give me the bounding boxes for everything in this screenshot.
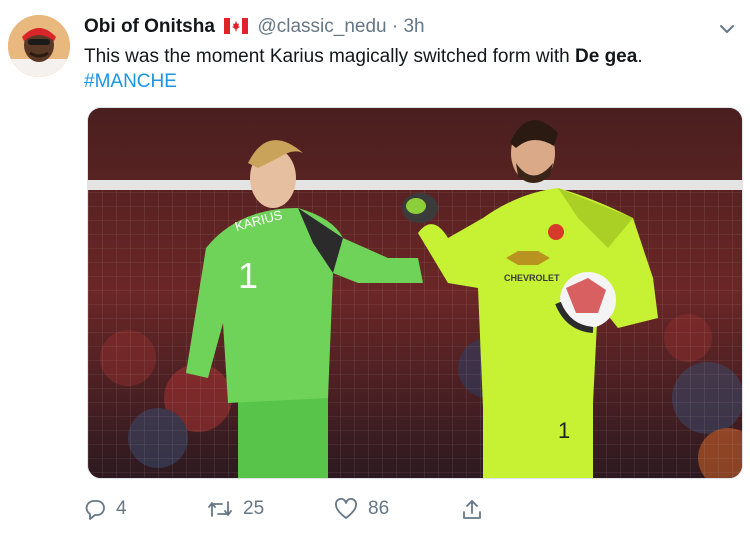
user-handle[interactable]: @classic_nedu — [257, 16, 386, 37]
retweet-button[interactable]: 25 — [207, 498, 264, 520]
timestamp[interactable]: 3h — [403, 16, 424, 37]
heart-icon — [335, 498, 357, 519]
more-options-chevron-icon[interactable] — [718, 20, 736, 43]
display-name[interactable]: Obi of Onitsha — [84, 16, 215, 37]
like-button[interactable]: 86 — [334, 498, 389, 520]
reply-count: 4 — [116, 498, 127, 519]
left-keeper-number: 1 — [238, 255, 258, 296]
handshake — [402, 193, 438, 223]
tweet-text: This was the moment Karius magically swi… — [84, 45, 734, 69]
canada-flag-icon — [224, 17, 249, 41]
avatar-image — [8, 15, 70, 77]
tweet-text-end: . — [637, 46, 643, 67]
tweet-actions: 4 25 86 — [0, 490, 750, 530]
avatar[interactable] — [8, 15, 70, 77]
reply-button[interactable]: 4 — [84, 498, 127, 520]
tweet-text-part: This was the moment Karius magically swi… — [84, 46, 575, 67]
retweet-count: 25 — [243, 498, 265, 519]
right-keeper-number: 1 — [558, 418, 570, 443]
share-icon — [463, 500, 481, 519]
separator-dot: · — [391, 16, 399, 37]
photo-goalkeepers-handshake: KARIUS 1 CHEVROLET 1 — [88, 108, 742, 478]
sponsor-text: CHEVROLET — [504, 273, 560, 283]
retweet-icon — [208, 501, 232, 517]
share-button[interactable] — [460, 498, 484, 522]
hashtag-link[interactable]: #MANCHE — [84, 70, 177, 94]
reply-icon — [85, 500, 105, 520]
tweet-photo[interactable]: KARIUS 1 CHEVROLET 1 — [87, 107, 743, 479]
like-count: 86 — [368, 498, 390, 519]
tweet-text-bold: De gea — [575, 46, 638, 67]
tweet-header: Obi of Onitsha @classic_nedu · 3h — [84, 15, 425, 41]
